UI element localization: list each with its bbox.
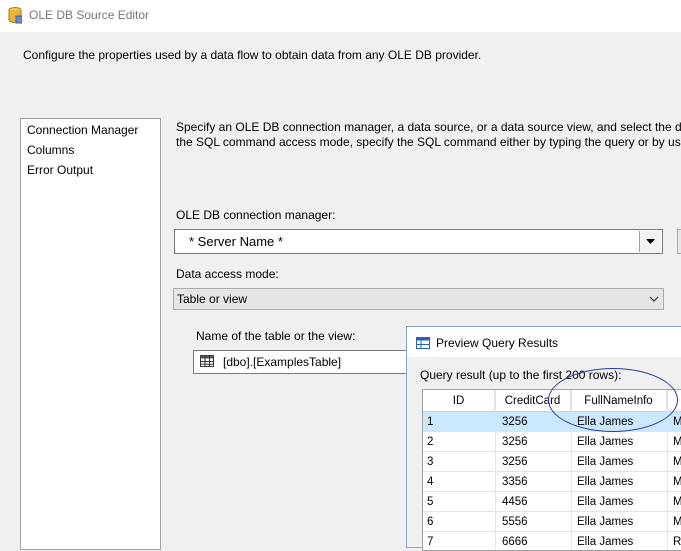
- cell-extra: M: [673, 512, 681, 532]
- table-row[interactable]: 2 3256 Ella James M: [423, 432, 681, 452]
- connection-manager-label: OLE DB connection manager:: [176, 208, 336, 222]
- table-row[interactable]: 7 6666 Ella James R: [423, 532, 681, 550]
- cell-id: 1: [427, 416, 434, 428]
- connection-manager-value: * Server Name *: [189, 234, 283, 249]
- instructions-line: Specify an OLE DB connection manager, a …: [176, 120, 681, 134]
- cell-fullnameinfo: Ella James: [577, 416, 634, 428]
- column-divider: [495, 390, 496, 550]
- column-header-creditcard[interactable]: CreditCard: [495, 390, 571, 412]
- data-access-mode-label: Data access mode:: [176, 267, 279, 281]
- instructions-text: Specify an OLE DB connection manager, a …: [176, 120, 681, 150]
- cell-fullnameinfo: Ella James: [577, 536, 634, 548]
- chevron-down-icon: [646, 239, 655, 244]
- preview-title-bar[interactable]: Preview Query Results: [407, 327, 681, 357]
- results-grid[interactable]: ID CreditCard FullNameInfo 1 3256 Ella J…: [422, 389, 681, 551]
- table-icon: [416, 337, 430, 349]
- instructions-line: the SQL command access mode, specify the…: [176, 135, 681, 149]
- cell-fullnameinfo: Ella James: [577, 456, 634, 468]
- column-header-fullnameinfo[interactable]: FullNameInfo: [571, 390, 667, 412]
- nav-item-columns[interactable]: Columns: [27, 143, 74, 157]
- cell-id: 6: [427, 516, 434, 528]
- connection-manager-combo[interactable]: * Server Name *: [174, 229, 663, 254]
- cell-fullnameinfo: Ella James: [577, 516, 634, 528]
- window-title: OLE DB Source Editor: [29, 8, 150, 22]
- column-header-extra[interactable]: [667, 390, 681, 412]
- table-row[interactable]: 4 3356 Ella James M: [423, 472, 681, 492]
- cell-fullnameinfo: Ella James: [577, 496, 634, 508]
- cell-extra: M: [673, 472, 681, 492]
- cell-creditcard: 3256: [502, 436, 528, 448]
- data-access-mode-select[interactable]: Table or view: [173, 288, 664, 310]
- preview-window-title: Preview Query Results: [436, 336, 559, 350]
- table-name-combo[interactable]: [dbo].[ExamplesTable]: [193, 350, 413, 374]
- cell-extra: M: [673, 492, 681, 512]
- cell-creditcard: 3256: [502, 416, 528, 428]
- cell-id: 4: [427, 476, 434, 488]
- nav-item-error-output[interactable]: Error Output: [27, 163, 93, 177]
- data-access-mode-value: Table or view: [177, 292, 248, 306]
- cell-id: 5: [427, 496, 434, 508]
- cell-extra: M: [673, 452, 681, 472]
- cell-id: 2: [427, 436, 434, 448]
- nav-panel: Connection Manager Columns Error Output: [20, 118, 161, 550]
- table-row[interactable]: 3 3256 Ella James M: [423, 452, 681, 472]
- cell-fullnameinfo: Ella James: [577, 476, 634, 488]
- column-divider: [667, 390, 668, 550]
- query-result-label: Query result (up to the first 200 rows):: [420, 368, 622, 382]
- page-description: Configure the properties used by a data …: [23, 48, 482, 62]
- database-icon: [8, 7, 22, 24]
- title-bar[interactable]: OLE DB Source Editor: [0, 0, 681, 32]
- table-name-label: Name of the table or the view:: [196, 329, 356, 343]
- cell-creditcard: 5556: [502, 516, 528, 528]
- table-row[interactable]: 6 5556 Ella James M: [423, 512, 681, 532]
- cell-creditcard: 4456: [502, 496, 528, 508]
- cell-extra: M: [673, 412, 681, 432]
- cell-creditcard: 3356: [502, 476, 528, 488]
- table-row[interactable]: 5 4456 Ella James M: [423, 492, 681, 512]
- cell-fullnameinfo: Ella James: [577, 436, 634, 448]
- table-name-value: [dbo].[ExamplesTable]: [223, 355, 342, 369]
- column-header-id[interactable]: ID: [423, 390, 495, 412]
- cell-creditcard: 3256: [502, 456, 528, 468]
- cell-creditcard: 6666: [502, 536, 528, 548]
- cell-extra: M: [673, 432, 681, 452]
- dropdown-button[interactable]: [639, 231, 661, 252]
- table-icon: [200, 355, 214, 367]
- nav-item-connection-manager[interactable]: Connection Manager: [27, 123, 138, 137]
- cell-extra: R: [673, 536, 681, 548]
- preview-query-results-window[interactable]: Preview Query Results Query result (up t…: [406, 326, 681, 551]
- column-divider: [571, 390, 572, 550]
- table-row[interactable]: 1 3256 Ella James M: [423, 412, 681, 432]
- cell-id: 3: [427, 456, 434, 468]
- new-connection-button[interactable]: [677, 229, 681, 254]
- chevron-down-icon: [649, 296, 659, 302]
- cell-id: 7: [427, 536, 434, 548]
